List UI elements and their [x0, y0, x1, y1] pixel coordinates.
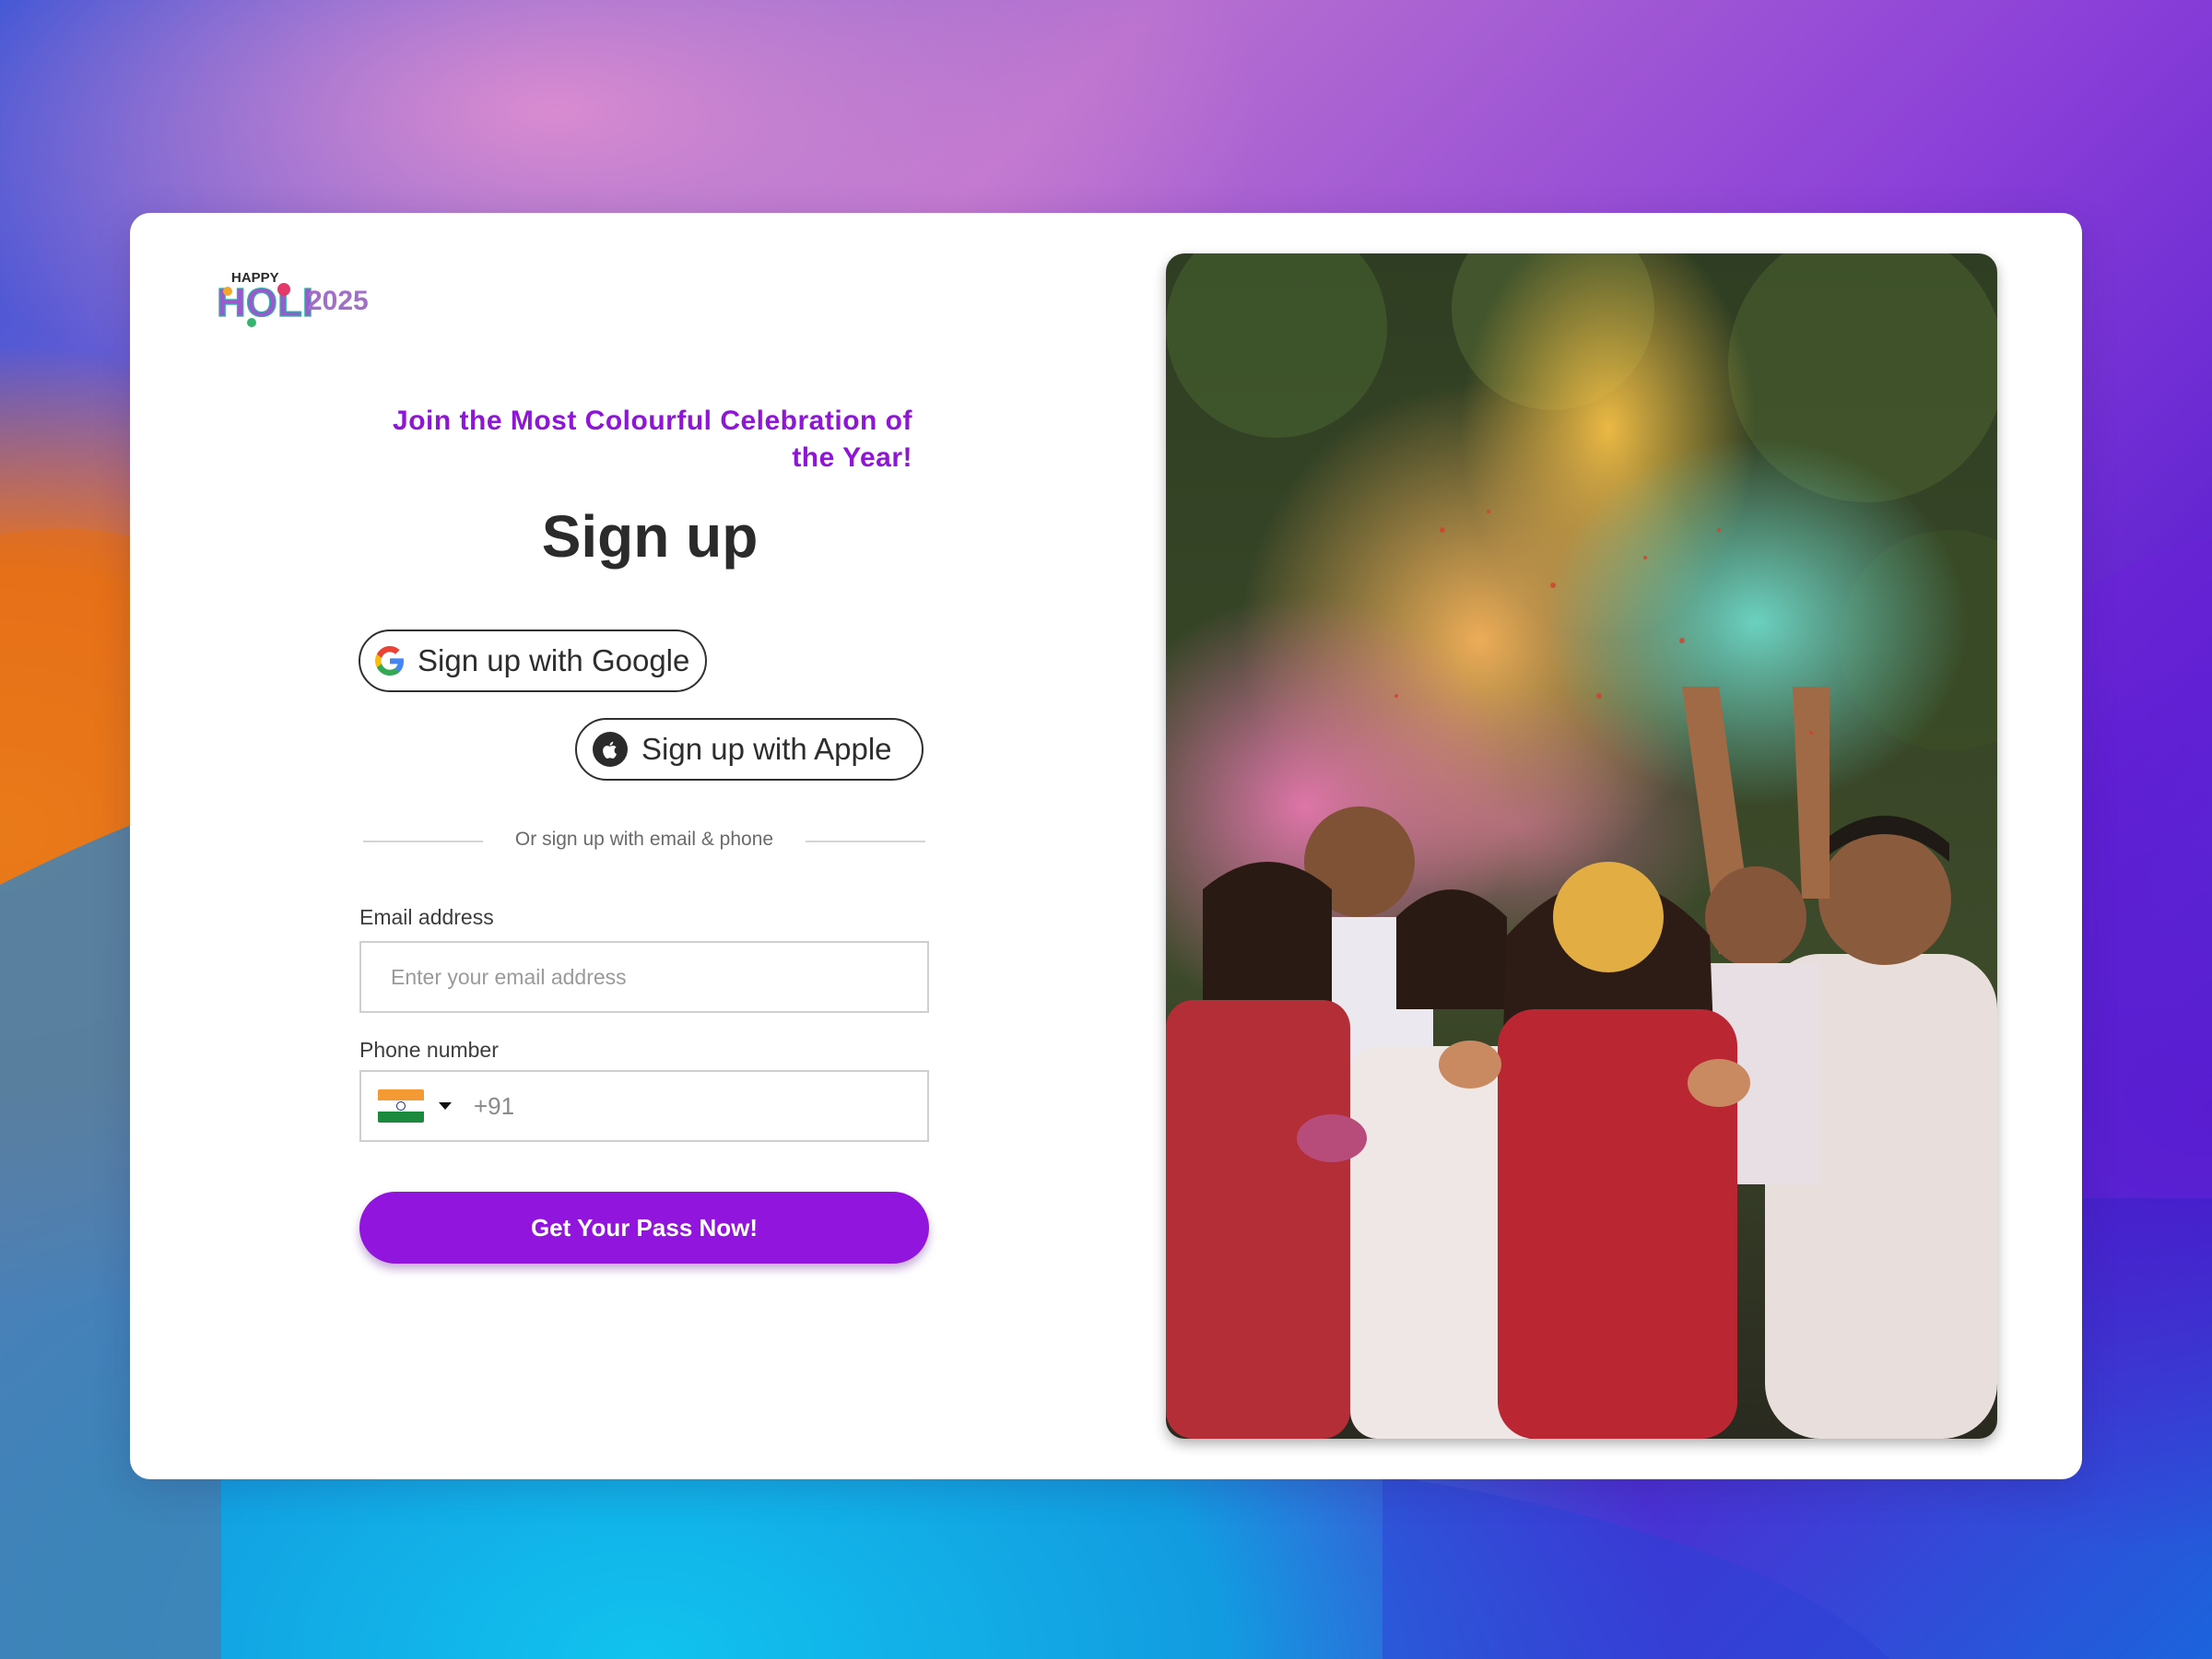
apple-icon — [593, 732, 628, 767]
google-icon — [375, 646, 404, 676]
email-input[interactable] — [361, 943, 927, 1011]
tagline-line-1: Join the Most Colourful Celebration of — [393, 406, 912, 436]
holi-celebration-photo — [1166, 253, 1997, 1439]
tagline-line-2: the Year! — [792, 442, 912, 473]
phone-field[interactable]: +91 — [359, 1070, 929, 1142]
logo-holi-text: HOLI — [217, 280, 313, 325]
divider-text: Or sign up with email & phone — [514, 829, 774, 850]
divider-line-right — [806, 841, 925, 842]
apple-signup-label: Sign up with Apple — [641, 732, 892, 766]
logo-year-text: 2025 — [307, 286, 369, 316]
email-label: Email address — [359, 905, 494, 929]
google-signup-label: Sign up with Google — [418, 643, 690, 677]
google-signup-button[interactable]: Sign up with Google — [359, 629, 707, 692]
get-pass-button[interactable]: Get Your Pass Now! — [359, 1192, 929, 1264]
dial-code: +91 — [474, 1091, 515, 1120]
phone-label: Phone number — [359, 1038, 499, 1062]
holi-2025-logo: HAPPY HOLI 2025 — [216, 270, 369, 327]
or-divider: Or sign up with email & phone — [363, 825, 925, 858]
email-field-wrapper — [359, 941, 929, 1013]
tagline: Join the Most Colourful Celebration of t… — [332, 403, 912, 477]
country-dropdown-caret-icon[interactable] — [439, 1102, 452, 1110]
india-flag-icon[interactable] — [378, 1089, 424, 1123]
apple-signup-button[interactable]: Sign up with Apple — [575, 718, 924, 781]
page-title: Sign up — [541, 503, 759, 570]
